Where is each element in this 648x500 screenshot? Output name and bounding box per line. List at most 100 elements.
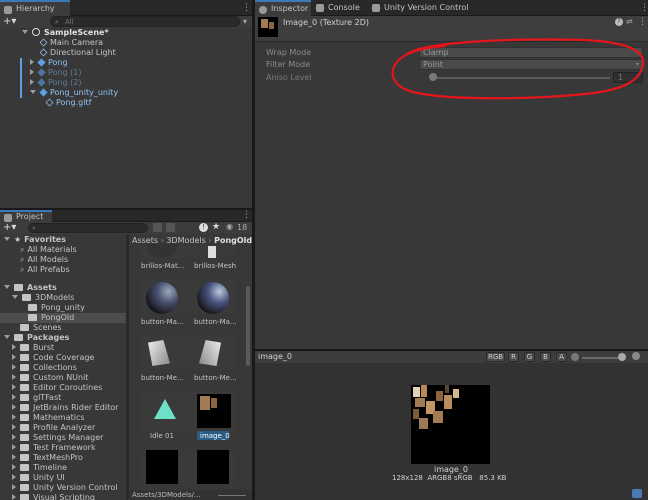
asset-caption[interactable]: brillos-Mesh [194, 262, 236, 270]
hierarchy-item-pong-2[interactable]: Pong (2) [30, 78, 81, 88]
expand-arrow-icon[interactable] [12, 354, 16, 360]
hierarchy-menu-icon[interactable]: ⋮ [242, 3, 251, 13]
package-item[interactable]: Editor Coroutines [12, 383, 102, 393]
zoom-slider[interactable] [218, 495, 246, 496]
expand-arrow-icon[interactable] [12, 414, 16, 420]
log-errors-icon[interactable]: ! [199, 223, 208, 232]
mip-slider-handle[interactable] [618, 353, 626, 361]
tab-project[interactable]: Project [0, 210, 52, 222]
channel-a-button[interactable]: A [556, 352, 567, 362]
hidden-packages-icon[interactable]: ◉ [226, 222, 233, 231]
search-by-type-icon[interactable] [153, 223, 162, 232]
favorite-all-prefabs[interactable]: ⌕ All Prefabs [20, 265, 70, 275]
label-tag-icon[interactable] [632, 489, 642, 498]
package-item[interactable]: Code Coverage [12, 353, 94, 363]
folder-3dmodels[interactable]: 3DModels [12, 293, 74, 303]
package-item[interactable]: Profile Analyzer [12, 423, 95, 433]
asset-caption[interactable]: button-Me... [194, 374, 237, 382]
hierarchy-item-directional-light[interactable]: Directional Light [39, 48, 116, 58]
hierarchy-item-pong[interactable]: Pong [30, 58, 68, 68]
package-item[interactable]: Burst [12, 343, 54, 353]
package-item[interactable]: glTFast [12, 393, 61, 403]
package-item[interactable]: Settings Manager [12, 433, 103, 443]
expand-arrow-icon[interactable] [30, 79, 34, 85]
expand-arrow-icon[interactable] [12, 474, 16, 480]
package-item[interactable]: TextMeshPro [12, 453, 83, 463]
project-add-button[interactable]: +▾ [3, 222, 16, 233]
expand-arrow-icon[interactable] [4, 237, 10, 241]
expand-arrow-icon[interactable] [30, 59, 34, 65]
tab-console[interactable]: Console [312, 0, 366, 16]
hierarchy-search-filter-icon[interactable]: ▾ [243, 16, 247, 27]
project-menu-icon[interactable]: ⋮ [242, 210, 251, 221]
expand-arrow-icon[interactable] [12, 484, 16, 490]
star-filter-icon[interactable]: ★ [212, 222, 220, 232]
expand-arrow-icon[interactable] [12, 374, 16, 380]
asset-caption[interactable]: button-Ma... [194, 318, 237, 326]
search-by-label-icon[interactable] [166, 223, 175, 232]
folder-pong-unity[interactable]: Pong_unity [28, 303, 85, 313]
expand-arrow-icon[interactable] [12, 364, 16, 370]
asset-caption[interactable]: button-Me... [141, 374, 184, 382]
hierarchy-add-button[interactable]: +▾ [3, 16, 23, 28]
preview-options-icon[interactable] [632, 352, 640, 360]
hierarchy-search-input[interactable]: ⌕ All [50, 16, 240, 27]
package-item[interactable]: Visual Scripting [12, 493, 95, 500]
favorite-all-materials[interactable]: ⌕ All Materials [20, 245, 77, 255]
favorites-row[interactable]: ★ Favorites [4, 235, 66, 245]
expand-arrow-icon[interactable] [12, 424, 16, 430]
expand-arrow-icon[interactable] [12, 295, 18, 299]
favorite-all-models[interactable]: ⌕ All Models [20, 255, 68, 265]
packages-row[interactable]: Packages [4, 333, 69, 343]
channel-b-button[interactable]: B [540, 352, 551, 362]
folder-scenes[interactable]: Scenes [20, 323, 62, 333]
expand-arrow-icon[interactable] [4, 335, 10, 339]
project-search-input[interactable]: ⌕ [28, 223, 148, 233]
channel-r-button[interactable]: R [508, 352, 519, 362]
hierarchy-item-pong-1[interactable]: Pong (1) [30, 68, 81, 78]
channel-rgb-button[interactable]: RGB [486, 352, 505, 362]
tab-inspector[interactable]: Inspector [255, 0, 311, 16]
expand-arrow-icon[interactable] [12, 444, 16, 450]
package-item[interactable]: Test Framework [12, 443, 96, 453]
expand-arrow-icon[interactable] [12, 464, 16, 470]
asset-caption[interactable]: button-Ma... [141, 318, 184, 326]
expand-arrow-icon[interactable] [22, 30, 28, 34]
package-item[interactable]: Unity Version Control [12, 483, 117, 493]
package-item[interactable]: Mathematics [12, 413, 85, 423]
help-icon[interactable]: ? [615, 18, 623, 26]
scene-row[interactable]: SampleScene* [22, 28, 109, 38]
package-item[interactable]: Custom NUnit [12, 373, 88, 383]
asset-caption[interactable]: Idle 01 [150, 432, 174, 440]
mip-slider-track[interactable] [582, 357, 622, 359]
hierarchy-item-pong-unity-unity[interactable]: Pong_unity_unity [30, 88, 118, 98]
folder-pongold[interactable]: PongOld [28, 313, 74, 323]
expand-arrow-icon[interactable] [12, 454, 16, 460]
expand-arrow-icon[interactable] [12, 384, 16, 390]
tab-hierarchy[interactable]: Hierarchy [0, 0, 70, 16]
package-item[interactable]: JetBrains Rider Editor [12, 403, 118, 413]
tab-unity-version-control[interactable]: Unity Version Control [368, 0, 478, 16]
package-item[interactable]: Unity UI [12, 473, 65, 483]
package-item[interactable]: Collections [12, 363, 77, 373]
inspector-menu-icon[interactable]: ⋮ [640, 3, 648, 13]
asset-caption[interactable]: image_0 [200, 432, 230, 440]
breadcrumb-pongold[interactable]: PongOld [214, 236, 252, 245]
channel-g-button[interactable]: G [524, 352, 535, 362]
expand-arrow-icon[interactable] [12, 394, 16, 400]
expand-arrow-icon[interactable] [12, 434, 16, 440]
assets-row[interactable]: Assets [4, 283, 57, 293]
expand-arrow-icon[interactable] [12, 344, 16, 350]
hierarchy-item-main-camera[interactable]: Main Camera [39, 38, 103, 48]
more-options-icon[interactable]: ⋮ [638, 17, 647, 27]
expand-arrow-icon[interactable] [30, 90, 36, 94]
expand-arrow-icon[interactable] [12, 404, 16, 410]
asset-caption[interactable]: brillos-Mat... [141, 262, 184, 270]
project-scrollbar[interactable] [246, 286, 250, 366]
expand-arrow-icon[interactable] [4, 285, 10, 289]
expand-arrow-icon[interactable] [30, 69, 34, 75]
expand-arrow-icon[interactable] [12, 494, 16, 500]
settings-icon[interactable]: ⇌ [626, 17, 633, 26]
package-item[interactable]: Timeline [12, 463, 67, 473]
hierarchy-item-pong-gltf[interactable]: Pong.gltf [45, 98, 91, 108]
